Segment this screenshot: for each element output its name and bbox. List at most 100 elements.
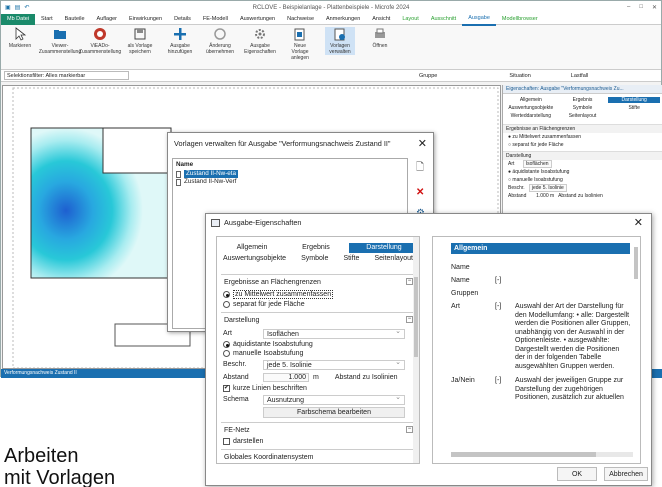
art-select[interactable]: Isoflächen <box>522 160 552 168</box>
tab-stifte[interactable]: Stifte <box>608 105 660 111</box>
cancel-button[interactable]: Abbrechen <box>604 467 648 481</box>
new-file-icon[interactable]: 🗋 <box>416 160 425 177</box>
collapse-icon[interactable]: − <box>406 316 413 323</box>
tab-werteddarstellung[interactable]: Werteddarstellung <box>505 113 557 119</box>
tab-allgemein[interactable]: Allgemein <box>221 243 283 253</box>
option-iso-manual[interactable]: ○ manuelle Isoabstufung <box>503 176 662 184</box>
viewer-zusammenstellung-button[interactable]: Viewer-Zusammenstellung <box>39 27 81 55</box>
help-row: Ja/Nein [-] Auswahl der jeweiligen Grupp… <box>451 377 624 401</box>
tab-start[interactable]: Start <box>35 14 59 25</box>
section-display[interactable]: Darstellung <box>503 151 662 160</box>
option-mean[interactable]: zu Mittelwert zusammenfassen <box>223 290 413 299</box>
section-global-coords[interactable]: Globales Koordinatensystem <box>221 449 415 463</box>
beschr-select[interactable]: jede 5. Isolinie <box>528 184 567 192</box>
list-item[interactable]: Zustand II-Nw-eta <box>173 170 407 178</box>
radio-iso-manual[interactable] <box>223 350 230 357</box>
radio-iso-equidistant[interactable] <box>223 341 230 348</box>
scroll-thumb[interactable] <box>634 247 638 279</box>
section-results[interactable]: Ergebnisse an Flächengrenzen − <box>221 274 415 288</box>
option-mean[interactable]: ● zu Mittelwert zusammenfassen <box>503 133 662 141</box>
help-vertical-scrollbar[interactable] <box>633 239 639 463</box>
option-separate[interactable]: separat für jede Fläche <box>223 301 413 308</box>
minimize-icon[interactable]: – <box>627 4 630 11</box>
beschr-select[interactable]: jede 5. Isolinie <box>263 358 405 370</box>
tab-anmerkungen[interactable]: Anmerkungen <box>320 14 366 25</box>
help-horizontal-scrollbar[interactable] <box>451 452 633 457</box>
tab-nachweise[interactable]: Nachweise <box>281 14 320 25</box>
delete-icon[interactable]: ✕ <box>416 187 425 198</box>
save-as-template-button[interactable]: als Vorlage speichern <box>125 27 155 55</box>
tab-auswertungsobjekte[interactable]: Auswertungsobjekte <box>505 105 557 111</box>
tab-symbole[interactable]: Symbole <box>557 105 609 111</box>
close-icon[interactable]: ✕ <box>634 214 643 232</box>
tab-ansicht[interactable]: Ansicht <box>366 14 396 25</box>
option-iso-equidistant[interactable]: äquidistante Isoabstufung <box>223 341 413 348</box>
option-short-lines[interactable]: ✔ kurze Linien beschriften <box>223 385 413 392</box>
tab-symbole[interactable]: Symbole <box>301 255 328 262</box>
tab-darstellung[interactable]: Darstellung <box>349 243 419 253</box>
tab-stifte[interactable]: Stifte <box>343 255 359 262</box>
section-results[interactable]: Ergebnisse an Flächengrenzen <box>503 124 662 133</box>
scroll-thumb[interactable] <box>451 452 596 457</box>
schema-select[interactable]: Ausnutzung <box>263 393 405 405</box>
properties-panel-title: Eigenschaften: Ausgabe "Verformungsnachw… <box>503 85 662 94</box>
tab-ausschnitt[interactable]: Ausschnitt <box>425 14 462 25</box>
checkbox-short-lines[interactable]: ✔ <box>223 385 230 392</box>
add-output-button[interactable]: Ausgabe hinzufügen <box>165 27 195 55</box>
art-select[interactable]: Isoflächen <box>263 327 405 339</box>
close-icon[interactable]: ✕ <box>418 133 427 155</box>
tab-allgemein[interactable]: Allgemein <box>505 97 557 103</box>
collapse-icon[interactable]: − <box>406 278 413 285</box>
load-case-label[interactable]: Lastfall <box>571 73 588 79</box>
edit-scheme-row: Farbschema bearbeiten <box>223 407 413 418</box>
section-display[interactable]: Darstellung − <box>221 312 415 326</box>
vertical-scrollbar[interactable] <box>413 237 419 463</box>
option-separate[interactable]: ○ separat für jede Fläche <box>503 141 662 149</box>
selection-filter-select[interactable]: Selektionsfilter: Alles markierbar <box>4 71 129 80</box>
tab-ergebnis[interactable]: Ergebnis <box>285 243 347 253</box>
apply-change-button[interactable]: Änderung übernehmen <box>205 27 235 55</box>
scroll-thumb[interactable] <box>414 277 418 357</box>
tab-einwirkungen[interactable]: Einwirkungen <box>123 14 168 25</box>
list-item[interactable]: Zustand II-Nw-Verf <box>173 178 407 186</box>
output-properties-dialog: Ausgabe-Eigenschaften ✕ Allgemein Ergebn… <box>205 213 652 486</box>
tab-modellbrowser[interactable]: Modellbrowser <box>496 14 544 25</box>
radio-mean[interactable] <box>223 291 230 298</box>
maximize-icon[interactable]: □ <box>639 4 643 11</box>
tab-auswertungsobjekte[interactable]: Auswertungsobjekte <box>223 255 286 262</box>
abstand-input[interactable]: 1.000 <box>263 373 309 382</box>
open-print-preview-button[interactable]: Öffnen <box>365 27 395 49</box>
option-iso-equidistant[interactable]: ● äquidistante Isoabstufung <box>503 168 662 176</box>
manage-templates-icon <box>334 28 345 41</box>
section-fe-net[interactable]: FE-Netz − <box>221 422 415 436</box>
tab-ausgabe[interactable]: Ausgabe <box>462 13 496 26</box>
tab-layout[interactable]: Layout <box>396 14 425 25</box>
tab-seitenlayout[interactable]: Seitenlayout <box>557 113 609 119</box>
folder-icon <box>54 30 66 39</box>
checkbox-fe-show[interactable] <box>223 438 230 445</box>
tab-auflager[interactable]: Auflager <box>91 14 124 25</box>
collapse-icon[interactable]: − <box>406 426 413 433</box>
radio-separate[interactable] <box>223 301 230 308</box>
close-icon[interactable]: ✕ <box>652 4 657 11</box>
tab-auswertungen[interactable]: Auswertungen <box>234 14 281 25</box>
edit-color-scheme-button[interactable]: Farbschema bearbeiten <box>263 407 405 418</box>
output-properties-button[interactable]: Ausgabe Eigenschaften <box>244 27 276 55</box>
situation-label[interactable]: Situation <box>509 73 530 79</box>
option-fe-show[interactable]: darstellen <box>223 438 413 445</box>
option-iso-manual[interactable]: manuelle Isoabstufung <box>223 350 413 357</box>
tab-file[interactable]: Mb Datei <box>1 13 36 25</box>
tab-darstellung[interactable]: Darstellung <box>608 97 660 103</box>
viado-zusammenstellung-button[interactable]: ViEADo-Zusammenstellung <box>79 27 121 55</box>
tab-bauteile[interactable]: Bauteile <box>59 14 91 25</box>
new-template-button[interactable]: Neue Vorlage anlegen <box>285 27 315 61</box>
abstand-input[interactable]: 1.000 m <box>536 193 554 199</box>
ok-button[interactable]: OK <box>557 467 597 481</box>
tab-fe-modell[interactable]: FE-Modell <box>197 14 234 25</box>
abstand-row: Abstand 1.000 m Abstand zu Isolinien <box>223 373 398 382</box>
markieren-button[interactable]: Markieren <box>5 27 35 49</box>
tab-seitenlayout[interactable]: Seitenlayout <box>374 255 413 262</box>
tab-ergebnis[interactable]: Ergebnis <box>557 97 609 103</box>
tab-details[interactable]: Details <box>168 14 197 25</box>
manage-templates-button[interactable]: Vorlagen verwalten <box>325 27 355 55</box>
